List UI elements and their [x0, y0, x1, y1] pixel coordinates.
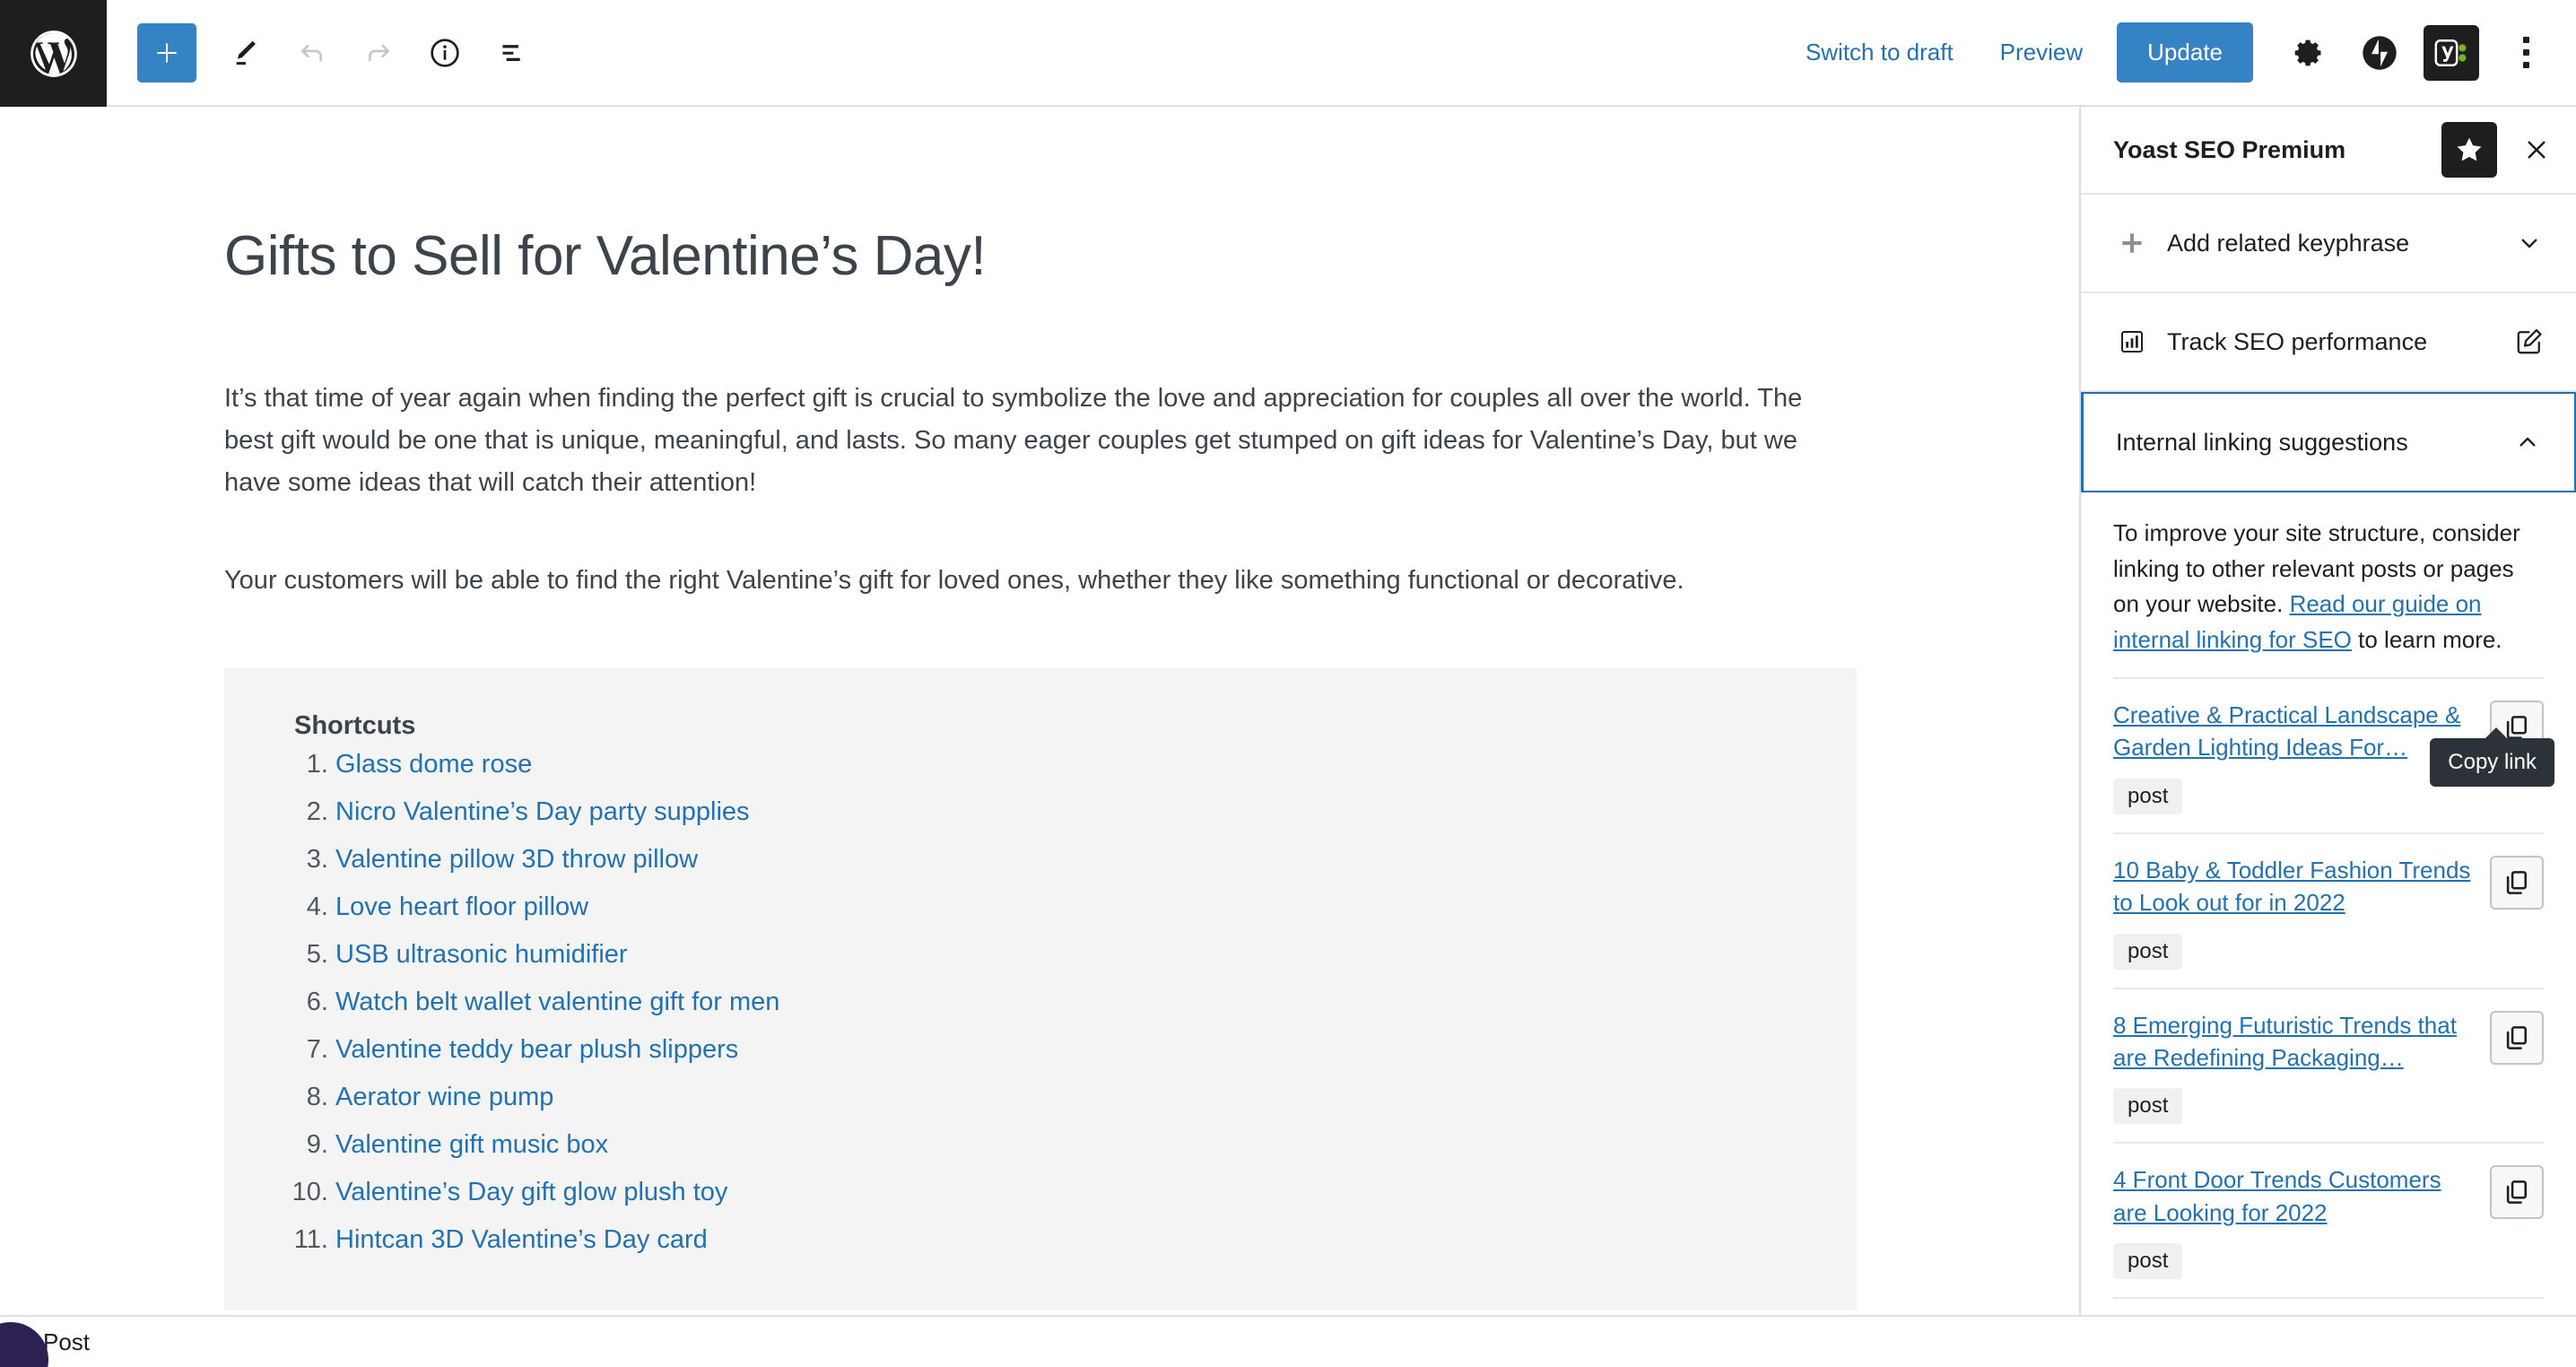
kebab-dot	[2522, 49, 2529, 56]
yoast-seo-sidebar: Yoast SEO Premium Add related keyphrase …	[2079, 107, 2576, 1315]
add-related-keyphrase-label: Add related keyphrase	[2167, 229, 2410, 257]
internal-linking-intro: To improve your site structure, consider…	[2081, 492, 2576, 677]
breadcrumb-post-label: Post	[43, 1328, 91, 1355]
update-button[interactable]: Update	[2117, 22, 2253, 83]
editor-canvas[interactable]: Gifts to Sell for Valentine’s Day! It’s …	[0, 107, 2079, 1315]
shortcut-link[interactable]: Glass dome rose	[335, 750, 532, 779]
chevron-up-icon[interactable]	[2506, 428, 2549, 457]
list-item[interactable]: Aerator wine pump	[335, 1084, 1857, 1110]
shortcut-link[interactable]: Aerator wine pump	[335, 1083, 553, 1111]
undo-icon[interactable]	[279, 20, 345, 86]
toolbar-right-group: Switch to draft Preview Update	[1782, 0, 2576, 105]
sidebar-header: Yoast SEO Premium	[2081, 107, 2576, 195]
add-related-keyphrase-row[interactable]: Add related keyphrase	[2081, 195, 2576, 293]
editor-body: Gifts to Sell for Valentine’s Day! It’s …	[0, 107, 2576, 1315]
paragraph-block[interactable]: Your customers will be able to find the …	[224, 560, 1821, 602]
list-item[interactable]: Love heart floor pillow	[335, 894, 1857, 920]
wordpress-block-editor: Switch to draft Preview Update Gifts to …	[0, 0, 2576, 1367]
copy-icon[interactable]	[2490, 1165, 2544, 1220]
add-block-button[interactable]	[137, 22, 196, 83]
suggestion-title-link[interactable]: 4 Front Door Trends Customers are Lookin…	[2113, 1163, 2476, 1229]
editor-toolbar: Switch to draft Preview Update	[0, 0, 2576, 107]
shortcut-link[interactable]: Love heart floor pillow	[335, 892, 588, 921]
shortcuts-list: Glass dome rose Nicro Valentine’s Day pa…	[294, 752, 1857, 1253]
info-circle-icon[interactable]	[412, 20, 478, 86]
list-item[interactable]: USB ultrasonic humidifier	[335, 942, 1857, 968]
yoast-seo-icon[interactable]	[2424, 24, 2479, 81]
jetpack-icon[interactable]	[2350, 23, 2409, 83]
gear-icon[interactable]	[2280, 23, 2339, 83]
suggestion-content: Creative & Practical Landscape & Garden …	[2113, 699, 2490, 814]
close-icon[interactable]	[2513, 126, 2560, 173]
link-suggestions-list: Creative & Practical Landscape & Garden …	[2113, 677, 2554, 1315]
link-suggestion-item: 8 Emerging Futuristic Trends that are Re…	[2113, 989, 2544, 1145]
track-seo-performance-row[interactable]: Track SEO performance	[2081, 293, 2576, 392]
list-item[interactable]: Nicro Valentine’s Day party supplies	[335, 799, 1857, 825]
shortcut-link[interactable]: Watch belt wallet valentine gift for men	[335, 988, 779, 1016]
shortcut-link[interactable]: USB ultrasonic humidifier	[335, 940, 628, 969]
suggestion-type-badge: post	[2113, 1243, 2183, 1280]
track-seo-performance-label: Track SEO performance	[2167, 327, 2428, 355]
post-document: Gifts to Sell for Valentine’s Day! It’s …	[0, 223, 2079, 1311]
suggestion-title-link[interactable]: Creative & Practical Landscape & Garden …	[2113, 699, 2476, 764]
suggestion-title-link[interactable]: 8 Emerging Futuristic Trends that are Re…	[2113, 1009, 2476, 1075]
internal-linking-suggestions-row[interactable]: Internal linking suggestions	[2081, 392, 2576, 492]
breadcrumb: Post	[0, 1315, 2576, 1367]
link-suggestion-item: 4 Front Door Trends Customers are Lookin…	[2113, 1144, 2544, 1300]
link-suggestion-item: Creative & Practical Landscape & Garden …	[2113, 679, 2554, 834]
chevron-down-icon[interactable]	[2508, 229, 2551, 257]
shortcut-link[interactable]: Valentine gift music box	[335, 1130, 608, 1159]
wordpress-logo	[26, 26, 82, 82]
list-item[interactable]: Watch belt wallet valentine gift for men	[335, 989, 1857, 1015]
list-item[interactable]: Hintcan 3D Valentine’s Day card	[335, 1227, 1857, 1253]
intro-text-after: to learn more.	[2351, 625, 2502, 653]
switch-to-draft-button[interactable]: Switch to draft	[1782, 39, 1977, 66]
bar-chart-icon	[2113, 328, 2151, 355]
suggestion-type-badge: post	[2113, 933, 2183, 970]
paragraph-block[interactable]: It’s that time of year again when findin…	[224, 378, 1821, 504]
suggestion-content: 4 Front Door Trends Customers are Lookin…	[2113, 1163, 2490, 1280]
suggestion-type-badge: post	[2113, 1088, 2183, 1125]
kebab-dot	[2522, 62, 2529, 68]
preview-button[interactable]: Preview	[1977, 39, 2106, 66]
copy-icon[interactable]	[2490, 701, 2544, 755]
list-item[interactable]: Glass dome rose	[335, 752, 1857, 778]
suggestion-title-link[interactable]: 10 Baby & Toddler Fashion Trends to Look…	[2113, 854, 2476, 919]
list-item[interactable]: Valentine teddy bear plush slippers	[335, 1037, 1857, 1063]
shortcut-link[interactable]: Valentine pillow 3D throw pillow	[335, 845, 698, 874]
sidebar-title: Yoast SEO Premium	[2113, 135, 2346, 163]
page-title[interactable]: Gifts to Sell for Valentine’s Day!	[224, 223, 2079, 290]
shortcut-link[interactable]: Valentine teddy bear plush slippers	[335, 1035, 738, 1064]
list-view-icon[interactable]	[478, 20, 544, 86]
list-item[interactable]: Valentine pillow 3D throw pillow	[335, 847, 1857, 873]
shortcut-link[interactable]: Nicro Valentine’s Day party supplies	[335, 797, 750, 826]
plus-icon	[2113, 229, 2151, 257]
link-suggestion-item: More Consumers Attracted to	[2113, 1299, 2544, 1315]
suggestion-content: 10 Baby & Toddler Fashion Trends to Look…	[2113, 854, 2490, 970]
kebab-dot	[2522, 37, 2529, 43]
corner-decoration	[0, 1322, 48, 1367]
kebab-menu-icon[interactable]	[2501, 23, 2551, 83]
edit-pencil-icon[interactable]	[213, 20, 279, 86]
edit-square-icon[interactable]	[2508, 327, 2551, 357]
internal-linking-header: Internal linking suggestions	[2116, 428, 2408, 456]
toolbar-left-group	[107, 0, 544, 105]
copy-icon[interactable]	[2490, 1010, 2544, 1065]
link-suggestion-item: 10 Baby & Toddler Fashion Trends to Look…	[2113, 834, 2544, 989]
suggestion-content: 8 Emerging Futuristic Trends that are Re…	[2113, 1009, 2490, 1125]
redo-icon[interactable]	[345, 20, 412, 86]
shortcut-link[interactable]: Valentine’s Day gift glow plush toy	[335, 1178, 727, 1206]
shortcut-link[interactable]: Hintcan 3D Valentine’s Day card	[335, 1225, 708, 1254]
list-item[interactable]: Valentine gift music box	[335, 1132, 1857, 1158]
wordpress-logo-button[interactable]	[0, 0, 107, 107]
shortcuts-block[interactable]: Shortcuts Glass dome rose Nicro Valentin…	[224, 668, 1857, 1311]
list-item[interactable]: Valentine’s Day gift glow plush toy	[335, 1180, 1857, 1206]
copy-icon[interactable]	[2490, 855, 2544, 910]
suggestion-type-badge: post	[2113, 778, 2183, 814]
star-icon[interactable]	[2441, 122, 2497, 178]
shortcuts-heading: Shortcuts	[294, 711, 416, 741]
